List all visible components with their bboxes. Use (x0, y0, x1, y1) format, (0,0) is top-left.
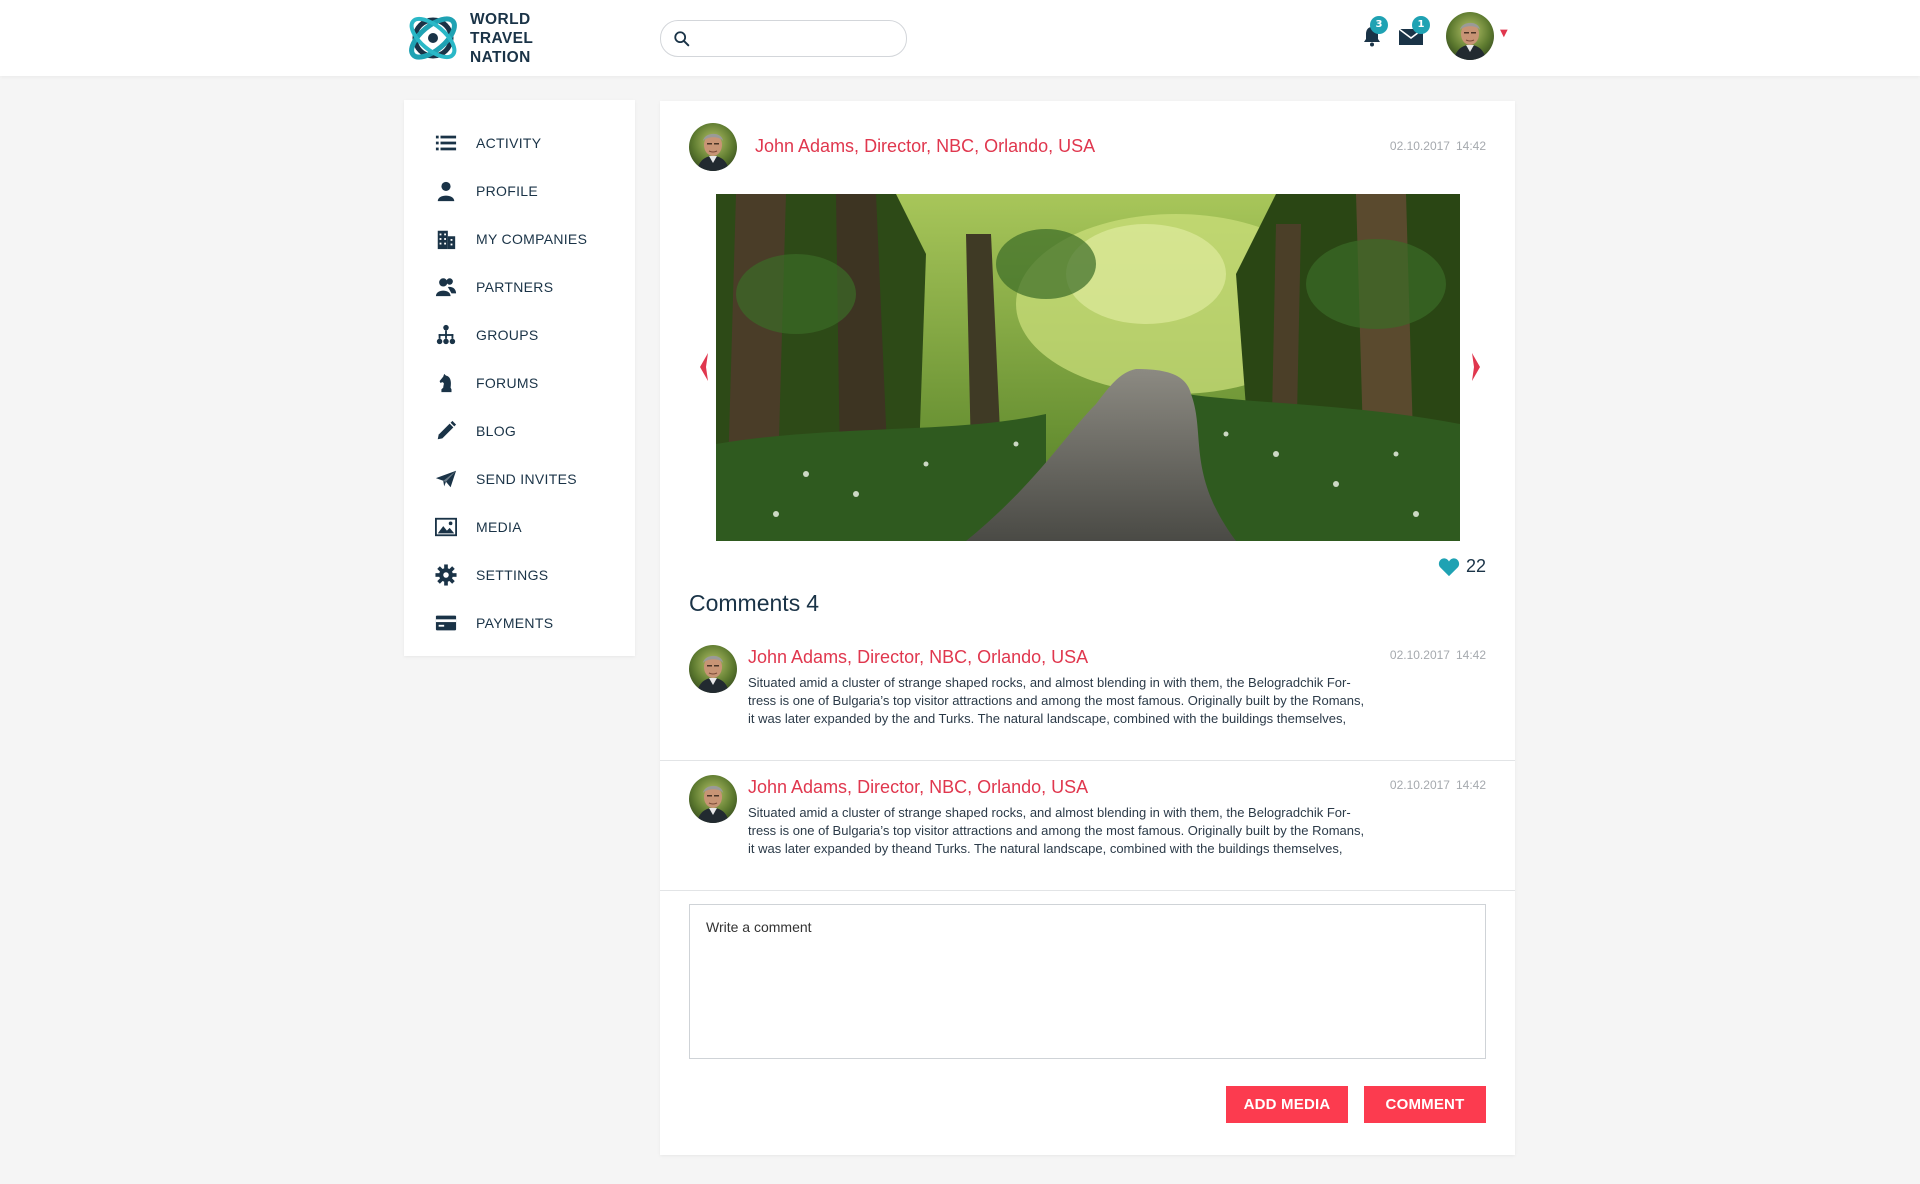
people-icon (434, 275, 458, 299)
post-time: 14:42 (1455, 139, 1486, 153)
sidebar-item-settings[interactable]: SETTINGS (404, 551, 635, 599)
chevron-left-icon (700, 353, 708, 381)
notifications-button[interactable]: 3 (1360, 16, 1388, 50)
brand-name: WORLD TRAVEL NATION (470, 10, 533, 67)
comment-timestamp: 02.10.2017 14:42 (1390, 778, 1486, 792)
sidebar-item-label: SEND INVITES (476, 471, 577, 487)
person-icon (434, 179, 458, 203)
search-icon (674, 30, 690, 46)
submit-comment-button[interactable]: COMMENT (1364, 1086, 1486, 1123)
chevron-right-icon (1472, 353, 1480, 381)
brand-name-line: TRAVEL (470, 29, 534, 47)
brand-name-line: WORLD (470, 10, 531, 28)
comment-line: it was later expanded by the and Turks. … (748, 711, 1347, 726)
building-icon (434, 227, 458, 251)
chess-knight-icon (434, 371, 458, 395)
post-timestamp: 02.10.2017 14:42 (1390, 139, 1486, 153)
post-author-link[interactable]: John Adams, Director, NBC, Orlando, USA (755, 136, 1095, 157)
sidebar-item-label: ACTIVITY (476, 135, 542, 151)
post-image[interactable] (716, 194, 1460, 541)
search-bar[interactable] (660, 20, 907, 57)
comment-date: 02.10.2017 (1389, 778, 1450, 792)
sidebar-item-label: BLOG (476, 423, 517, 439)
sidebar-item-forums[interactable]: FORUMS (404, 359, 635, 407)
messages-button[interactable]: 1 (1398, 16, 1430, 50)
like-button[interactable]: 22 (1438, 556, 1486, 577)
list-icon (434, 131, 458, 155)
sidebar-item-label: PAYMENTS (476, 615, 554, 631)
like-count: 22 (1465, 556, 1486, 576)
comment-line: Situated amid a cluster of strange shape… (748, 805, 1351, 820)
comment-time: 14:42 (1455, 648, 1486, 662)
brand-name-line: NATION (470, 48, 531, 66)
sidebar-item-blog[interactable]: BLOG (404, 407, 635, 455)
slider-next-button[interactable] (1468, 349, 1484, 385)
comment-time: 14:42 (1455, 778, 1486, 792)
add-media-button[interactable]: ADD MEDIA (1226, 1086, 1348, 1123)
sidebar-item-media[interactable]: MEDIA (404, 503, 635, 551)
sidebar-item-activity[interactable]: ACTIVITY (404, 119, 635, 167)
comment-timestamp: 02.10.2017 14:42 (1390, 648, 1486, 662)
hierarchy-icon (434, 323, 458, 347)
commenter-name-link[interactable]: John Adams, Director, NBC, Orlando, USA (748, 647, 1088, 668)
image-icon (434, 515, 458, 539)
commenter-avatar[interactable] (689, 775, 737, 823)
sidebar-item-payments[interactable]: PAYMENTS (404, 599, 635, 647)
paper-plane-icon (434, 467, 458, 491)
author-avatar[interactable] (689, 123, 737, 171)
comment-line: it was later expanded by theand Turks. T… (748, 841, 1343, 856)
user-avatar[interactable] (1446, 12, 1494, 60)
comment-item: John Adams, Director, NBC, Orlando, USA … (660, 631, 1515, 761)
sidebar-item-label: GROUPS (476, 327, 539, 343)
comment-line: tress is one of Bulgaria’s top visitor a… (748, 693, 1365, 708)
comment-text: Situated amid a cluster of strange shape… (748, 674, 1488, 728)
top-header: WORLD TRAVEL NATION 3 1 ▼ (0, 0, 1920, 76)
sidebar-item-send-invites[interactable]: SEND INVITES (404, 455, 635, 503)
gear-icon (434, 563, 458, 587)
comments-label: Comments (689, 590, 801, 616)
sidebar-item-label: MEDIA (476, 519, 522, 535)
post-card: John Adams, Director, NBC, Orlando, USA … (660, 101, 1515, 1155)
comment-date: 02.10.2017 (1389, 648, 1450, 662)
comment-item: John Adams, Director, NBC, Orlando, USA … (660, 761, 1515, 891)
sidebar-nav: ACTIVITY PROFILE MY COMPANIES PARTNERS G… (404, 100, 635, 656)
heart-icon (1438, 557, 1460, 576)
sidebar-item-label: MY COMPANIES (476, 231, 588, 247)
pencil-icon (434, 419, 458, 443)
comments-heading: Comments 4 (689, 590, 819, 617)
comment-line: tress is one of Bulgaria’s top visitor a… (748, 823, 1365, 838)
post-header: John Adams, Director, NBC, Orlando, USA … (689, 123, 1486, 173)
sidebar-item-label: PROFILE (476, 183, 539, 199)
comment-composer (689, 904, 1486, 1059)
comments-count: 4 (806, 590, 819, 616)
sidebar-item-my-companies[interactable]: MY COMPANIES (404, 215, 635, 263)
caret-down-icon[interactable]: ▼ (1500, 28, 1508, 39)
commenter-name-link[interactable]: John Adams, Director, NBC, Orlando, USA (748, 777, 1088, 798)
comment-text: Situated amid a cluster of strange shape… (748, 804, 1488, 858)
commenter-avatar[interactable] (689, 645, 737, 693)
post-date: 02.10.2017 (1389, 139, 1450, 153)
credit-card-icon (434, 611, 458, 635)
comment-line: Situated amid a cluster of strange shape… (748, 675, 1351, 690)
forest-road-image (716, 194, 1460, 541)
comment-input[interactable] (690, 905, 1485, 1058)
sidebar-item-partners[interactable]: PARTNERS (404, 263, 635, 311)
sidebar-item-profile[interactable]: PROFILE (404, 167, 635, 215)
sidebar-item-label: FORUMS (476, 375, 539, 391)
sidebar-item-label: SETTINGS (476, 567, 549, 583)
globe-orbit-logo (409, 16, 457, 60)
brand-logo[interactable]: WORLD TRAVEL NATION (404, 8, 533, 68)
slider-prev-button[interactable] (696, 349, 712, 385)
sidebar-item-label: PARTNERS (476, 279, 554, 295)
notification-count-badge: 3 (1370, 16, 1388, 34)
search-input[interactable] (697, 31, 906, 46)
sidebar-item-groups[interactable]: GROUPS (404, 311, 635, 359)
message-count-badge: 1 (1412, 16, 1430, 34)
